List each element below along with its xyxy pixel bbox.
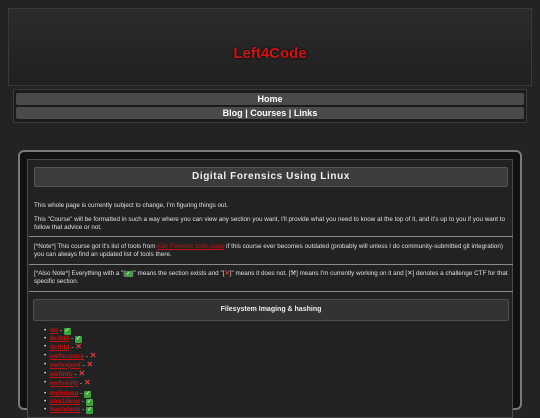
site-header: Left4Code [8,8,532,86]
divider [29,236,513,237]
tool-link[interactable]: ewfinfo [50,371,73,378]
list-item: ewfexport - ✕ [44,359,96,370]
nav-links-link[interactable]: Links [294,108,318,118]
tool-link[interactable]: ewfexport [50,362,81,369]
tool-list-hashing: md5deep - ✓sha1deep - ✓hashdeep - ✓ [44,390,94,414]
note-text: ]" means the section exists and "[ [131,270,225,277]
list-item: dc3dd - ✓ [44,335,96,343]
tool-link[interactable]: dcfldd [50,344,70,351]
tool-link[interactable]: md5deep [50,390,79,397]
cross-icon: ✕ [89,350,97,360]
divider [29,264,513,265]
nav-separator: | [245,108,248,118]
tool-link[interactable]: hashdeep [50,406,80,413]
content-frame: Digital Forensics Using Linux This whole… [18,150,522,418]
tool-link[interactable]: dd [50,327,58,334]
tool-link[interactable]: ewfacquire [50,353,84,360]
cross-icon: ✕ [83,377,91,387]
cross-icon: ✕ [78,368,86,378]
check-icon: ✓ [63,328,71,335]
tool-link[interactable]: sha1deep [50,398,80,405]
content-panel: Digital Forensics Using Linux This whole… [27,159,513,418]
note-text: [*Also Note*] Everything with a "[ [34,270,126,277]
nav-home-bar: Home [16,93,524,105]
list-item: dcfldd - ✕ [44,343,96,352]
nav-links-bar: Blog | Courses | Links [16,107,524,119]
tool-link[interactable]: ewfverify [50,380,78,387]
section-title: Filesystem Imaging & hashing [33,299,509,321]
also-note-paragraph: [*Also Note*] Everything with a "[✓]" me… [34,270,508,286]
site-title[interactable]: Left4Code [9,45,531,62]
item-separator: - [57,327,64,334]
nav-separator: | [288,108,292,118]
nav-blog-link[interactable]: Blog [223,108,243,118]
check-icon: ✓ [125,271,132,277]
check-icon: ✓ [84,391,92,398]
nav-home-link[interactable]: Home [257,94,282,104]
list-item: hashdeep - ✓ [44,406,94,414]
cross-icon: ✕ [75,342,82,351]
list-item: dd - ✓ [44,327,96,335]
format-paragraph: This "Course" will be formatted in such … [34,216,505,231]
list-item: ewfverify - ✕ [44,377,96,388]
navigation: Home Blog | Courses | Links [13,89,527,123]
tool-list-imaging: dd - ✓dc3dd - ✓dcfldd - ✕ewfacquire - ✕e… [44,327,96,388]
cross-icon: ✕ [86,359,94,369]
page-title: Digital Forensics Using Linux [34,167,508,187]
list-item: md5deep - ✓ [44,390,93,398]
kali-tools-link[interactable]: Kali Forensic tools page [157,243,224,250]
item-separator: - [80,398,86,405]
divider [29,291,513,292]
note-text: ] means I'm currently working on it and … [296,270,408,277]
tool-link[interactable]: dc3dd [50,335,69,342]
intro-paragraph: This whole page is currently subject to … [34,202,229,209]
check-icon: ✓ [86,407,94,414]
note-text: ]" means it does not. [ [229,270,291,277]
note-paragraph: [*Note*] This course got it's list of to… [34,243,508,259]
nav-courses-link[interactable]: Courses [250,108,286,118]
note-text: [*Note*] This course got it's list of to… [34,243,158,250]
